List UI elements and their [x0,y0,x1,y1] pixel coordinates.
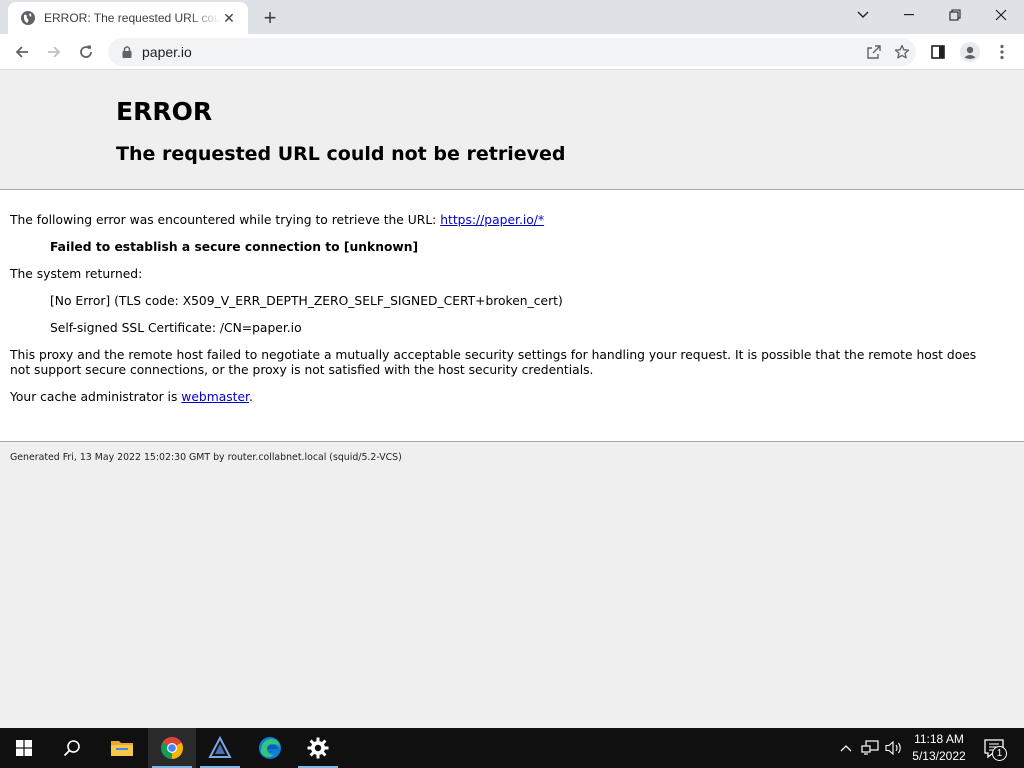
webmaster-link[interactable]: webmaster [181,390,249,404]
new-tab-button[interactable]: + [258,5,282,30]
admin-suffix: . [248,390,253,404]
arrow-left-icon [15,46,28,58]
page-title: ERROR [116,97,213,126]
restore-button[interactable] [932,0,978,30]
volume-icon [885,740,901,756]
bookmark-button[interactable] [888,38,916,66]
page-subtitle: The requested URL could not be retrieved [116,143,566,165]
url-text[interactable]: paper.io [142,44,860,60]
search-button[interactable] [48,728,96,768]
back-button[interactable] [8,38,36,66]
minimize-icon [904,14,914,16]
chrome-button[interactable] [148,728,196,768]
tab-search-button[interactable] [840,0,886,30]
chevron-up-icon [840,745,852,752]
intro-paragraph: The following error was encountered whil… [10,213,544,228]
chevron-down-icon [857,11,869,18]
kebab-menu-icon [1000,44,1004,60]
close-window-button[interactable] [978,0,1024,30]
search-icon [63,740,80,757]
share-icon [867,45,881,59]
file-explorer-icon [111,741,133,756]
system-clock[interactable]: 11:18 AM 5/13/2022 [908,731,970,765]
error-code: [No Error] (TLS code: X509_V_ERR_DEPTH_Z… [50,294,563,308]
start-button[interactable] [0,728,48,768]
star-icon [894,44,910,59]
reload-icon [80,45,92,58]
page-content: ERROR The requested URL could not be ret… [0,71,1024,728]
taskbar: 11:18 AM 5/13/2022 1 [0,728,1024,768]
globe-icon [21,11,35,25]
start-icon [16,740,32,756]
settings-button[interactable] [294,728,342,768]
arrow-right-icon [48,46,61,58]
profile-button[interactable] [956,38,984,66]
tab-strip: ERROR: The requested URL could not be re… [0,0,1024,34]
admin-text: Your cache administrator is [10,390,182,404]
menu-button[interactable] [988,38,1016,66]
clock-time: 11:18 AM [914,732,964,746]
certificate-info: Self-signed SSL Certificate: /CN=paper.i… [50,321,302,335]
minimize-button[interactable] [886,0,932,30]
intro-text: The following error was encountered whil… [10,213,441,227]
tray-overflow-button[interactable] [836,738,856,758]
volume-button[interactable] [884,738,904,758]
forward-button[interactable] [40,38,68,66]
address-bar[interactable]: paper.io [108,38,916,66]
network-button[interactable] [860,738,880,758]
avatar-icon [960,42,980,62]
edge-icon [259,737,281,759]
chrome-icon [161,737,183,759]
edge-button[interactable] [246,728,294,768]
error-details: The following error was encountered whil… [0,190,1024,442]
footer-text: Generated Fri, 13 May 2022 15:02:30 GMT … [10,452,402,463]
error-header: ERROR The requested URL could not be ret… [0,71,1024,190]
tab-close-icon[interactable]: ✕ [220,9,238,27]
explanation-paragraph: This proxy and the remote host failed to… [10,348,977,377]
notification-badge: 1 [992,746,1007,761]
close-icon [995,9,1007,21]
browser-tab[interactable]: ERROR: The requested URL could not be re… [8,2,248,34]
app-button[interactable] [196,728,244,768]
lock-icon[interactable] [120,45,134,59]
side-panel-icon [931,45,945,59]
requested-url-link[interactable]: https://paper.io/* [440,213,544,227]
reload-button[interactable] [72,38,100,66]
system-returned-label: The system returned: [10,267,143,281]
tab-title: ERROR: The requested URL could not be re… [44,11,220,25]
file-explorer-button[interactable] [98,728,146,768]
clock-date: 5/13/2022 [912,749,966,763]
error-title: Failed to establish a secure connection … [50,240,419,254]
restore-icon [949,9,961,21]
admin-paragraph: Your cache administrator is webmaster. [10,390,253,405]
side-panel-button[interactable] [924,38,952,66]
network-icon [861,740,879,755]
app-icon [208,736,232,758]
browser-toolbar: paper.io [0,34,1024,70]
settings-icon [307,737,329,759]
share-button[interactable] [860,38,888,66]
